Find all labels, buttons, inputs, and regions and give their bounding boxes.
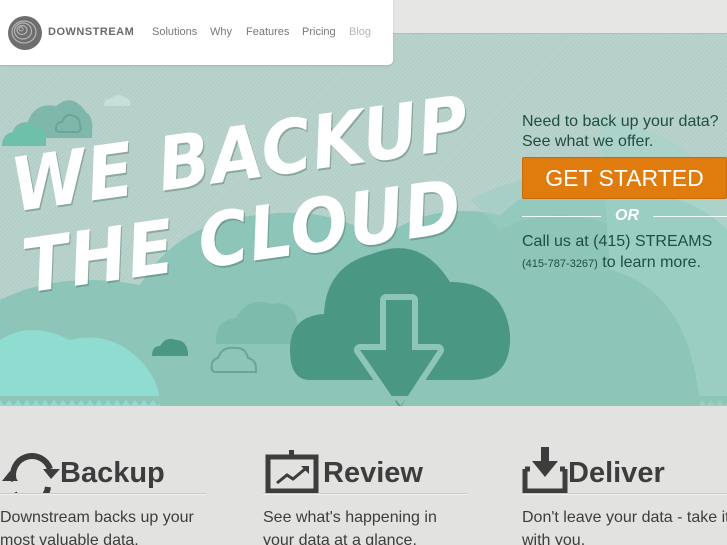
cta-tagline-2: See what we offer.: [522, 133, 654, 150]
call-suffix: to learn more.: [597, 254, 701, 271]
nav-link-why[interactable]: Why: [210, 26, 232, 38]
feature-title-row: Review: [263, 448, 467, 494]
feature-backup: Backup Downstream backs up your most val…: [0, 448, 206, 545]
brand-name[interactable]: DOWNSTREAM: [48, 26, 134, 38]
or-divider: OR: [522, 207, 727, 225]
divider-line-left: [522, 215, 601, 217]
feature-description: Downstream backs up your most valuable d…: [0, 509, 194, 545]
feature-title-row: Backup: [0, 448, 206, 494]
cta-panel: Need to back up your data? See what we o…: [522, 112, 727, 275]
call-line-1: Call us at (415) STREAMS: [522, 233, 713, 250]
feature-description: Don't leave your data - take it with you…: [522, 509, 727, 545]
nav-link-blog[interactable]: Blog: [349, 26, 371, 38]
call-text: Call us at (415) STREAMS (415-787-3267) …: [522, 231, 727, 275]
sync-arrows-icon: [2, 453, 60, 493]
or-label: OR: [615, 207, 639, 224]
get-started-button[interactable]: GET STARTED: [522, 157, 727, 199]
feature-review: Review See what's happening in your data…: [263, 448, 467, 545]
download-tray-icon: [522, 447, 568, 493]
feature-title: Review: [323, 457, 423, 489]
hero-section: WE BACKUP THE CLOUD Need to back up your…: [0, 34, 727, 406]
nav-link-solutions[interactable]: Solutions: [152, 26, 197, 38]
cta-tagline-1: Need to back up your data?: [522, 113, 719, 130]
divider-line-right: [653, 215, 727, 217]
feature-title: Backup: [60, 457, 165, 489]
feature-title-row: Deliver: [522, 447, 727, 494]
nav-link-features[interactable]: Features: [246, 26, 289, 38]
nav-link-pricing[interactable]: Pricing: [302, 26, 336, 38]
top-navbar: DOWNSTREAM Solutions Why Features Pricin…: [0, 0, 393, 65]
feature-description: See what's happening in your data at a g…: [263, 509, 437, 545]
phone-number[interactable]: (415-787-3267): [522, 258, 598, 270]
spiral-logo-icon[interactable]: [8, 16, 42, 50]
chart-board-icon: [265, 450, 319, 493]
zigzag-edge: [0, 396, 727, 410]
feature-title: Deliver: [568, 457, 665, 489]
feature-deliver: Deliver Don't leave your data - take it …: [522, 447, 727, 545]
